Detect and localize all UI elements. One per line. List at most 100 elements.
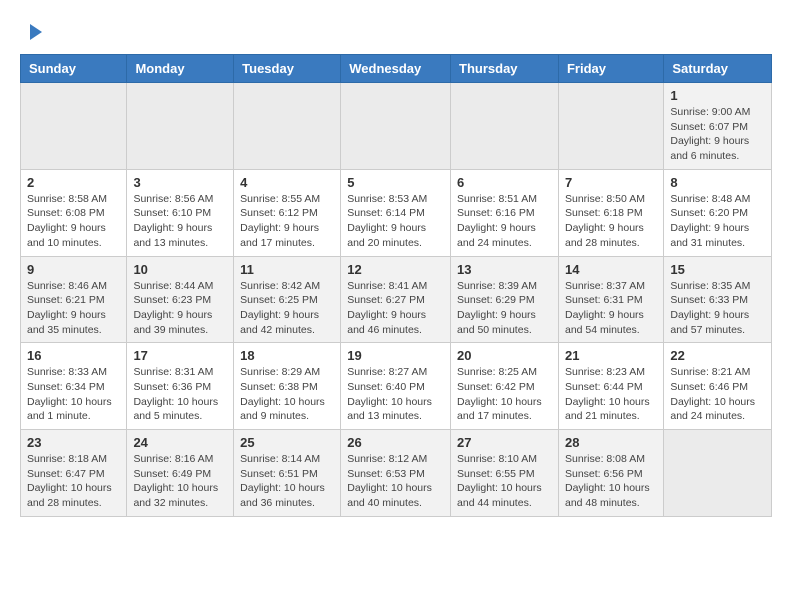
calendar-cell: 22 Sunrise: 8:21 AM Sunset: 6:46 PM Dayli… (664, 343, 772, 430)
day-info: Sunrise: 8:44 AM Sunset: 6:23 PM Dayligh… (133, 279, 227, 338)
day-info: Sunrise: 8:37 AM Sunset: 6:31 PM Dayligh… (565, 279, 657, 338)
day-number: 15 (670, 262, 765, 277)
calendar-table: SundayMondayTuesdayWednesdayThursdayFrid… (20, 54, 772, 517)
calendar-cell: 18 Sunrise: 8:29 AM Sunset: 6:38 PM Dayli… (234, 343, 341, 430)
day-info: Sunrise: 8:55 AM Sunset: 6:12 PM Dayligh… (240, 192, 334, 251)
calendar-cell: 23 Sunrise: 8:18 AM Sunset: 6:47 PM Dayli… (21, 430, 127, 517)
day-number: 8 (670, 175, 765, 190)
page-header (20, 20, 772, 44)
calendar-cell: 17 Sunrise: 8:31 AM Sunset: 6:36 PM Dayli… (127, 343, 234, 430)
day-number: 18 (240, 348, 334, 363)
day-info: Sunrise: 8:50 AM Sunset: 6:18 PM Dayligh… (565, 192, 657, 251)
calendar-cell: 26 Sunrise: 8:12 AM Sunset: 6:53 PM Dayli… (341, 430, 451, 517)
day-info: Sunrise: 8:29 AM Sunset: 6:38 PM Dayligh… (240, 365, 334, 424)
day-info: Sunrise: 8:18 AM Sunset: 6:47 PM Dayligh… (27, 452, 120, 511)
day-number: 16 (27, 348, 120, 363)
calendar-cell: 7 Sunrise: 8:50 AM Sunset: 6:18 PM Daylig… (558, 169, 663, 256)
calendar-cell: 28 Sunrise: 8:08 AM Sunset: 6:56 PM Dayli… (558, 430, 663, 517)
day-info: Sunrise: 8:14 AM Sunset: 6:51 PM Dayligh… (240, 452, 334, 511)
day-number: 3 (133, 175, 227, 190)
calendar-week-row: 16 Sunrise: 8:33 AM Sunset: 6:34 PM Dayli… (21, 343, 772, 430)
day-info: Sunrise: 8:42 AM Sunset: 6:25 PM Dayligh… (240, 279, 334, 338)
calendar-cell (558, 83, 663, 170)
day-info: Sunrise: 8:56 AM Sunset: 6:10 PM Dayligh… (133, 192, 227, 251)
day-number: 9 (27, 262, 120, 277)
calendar-cell: 11 Sunrise: 8:42 AM Sunset: 6:25 PM Dayli… (234, 256, 341, 343)
day-info: Sunrise: 8:35 AM Sunset: 6:33 PM Dayligh… (670, 279, 765, 338)
column-header-wednesday: Wednesday (341, 55, 451, 83)
day-info: Sunrise: 8:48 AM Sunset: 6:20 PM Dayligh… (670, 192, 765, 251)
day-info: Sunrise: 8:33 AM Sunset: 6:34 PM Dayligh… (27, 365, 120, 424)
day-info: Sunrise: 8:10 AM Sunset: 6:55 PM Dayligh… (457, 452, 552, 511)
calendar-cell: 20 Sunrise: 8:25 AM Sunset: 6:42 PM Dayli… (451, 343, 559, 430)
calendar-cell (127, 83, 234, 170)
day-info: Sunrise: 8:53 AM Sunset: 6:14 PM Dayligh… (347, 192, 444, 251)
calendar-cell: 13Sunrise: 8:39 AM Sunset: 6:29 PM Dayli… (451, 256, 559, 343)
calendar-cell (451, 83, 559, 170)
day-info: Sunrise: 8:41 AM Sunset: 6:27 PM Dayligh… (347, 279, 444, 338)
calendar-cell: 25 Sunrise: 8:14 AM Sunset: 6:51 PM Dayli… (234, 430, 341, 517)
day-number: 17 (133, 348, 227, 363)
calendar-cell: 2 Sunrise: 8:58 AM Sunset: 6:08 PM Daylig… (21, 169, 127, 256)
column-header-sunday: Sunday (21, 55, 127, 83)
day-number: 23 (27, 435, 120, 450)
day-number: 26 (347, 435, 444, 450)
day-info: Sunrise: 8:46 AM Sunset: 6:21 PM Dayligh… (27, 279, 120, 338)
day-info: Sunrise: 8:08 AM Sunset: 6:56 PM Dayligh… (565, 452, 657, 511)
calendar-cell: 10 Sunrise: 8:44 AM Sunset: 6:23 PM Dayli… (127, 256, 234, 343)
day-number: 22 (670, 348, 765, 363)
day-number: 10 (133, 262, 227, 277)
day-number: 2 (27, 175, 120, 190)
column-header-friday: Friday (558, 55, 663, 83)
calendar-cell: 6 Sunrise: 8:51 AM Sunset: 6:16 PM Daylig… (451, 169, 559, 256)
logo (20, 20, 46, 44)
day-info: Sunrise: 8:25 AM Sunset: 6:42 PM Dayligh… (457, 365, 552, 424)
calendar-cell: 16 Sunrise: 8:33 AM Sunset: 6:34 PM Dayli… (21, 343, 127, 430)
calendar-cell: 9 Sunrise: 8:46 AM Sunset: 6:21 PM Daylig… (21, 256, 127, 343)
day-number: 28 (565, 435, 657, 450)
column-header-monday: Monday (127, 55, 234, 83)
day-number: 1 (670, 88, 765, 103)
calendar-cell (341, 83, 451, 170)
calendar-cell (234, 83, 341, 170)
calendar-cell: 14 Sunrise: 8:37 AM Sunset: 6:31 PM Dayli… (558, 256, 663, 343)
day-info: Sunrise: 8:12 AM Sunset: 6:53 PM Dayligh… (347, 452, 444, 511)
day-number: 7 (565, 175, 657, 190)
calendar-week-row: 9 Sunrise: 8:46 AM Sunset: 6:21 PM Daylig… (21, 256, 772, 343)
day-info: Sunrise: 8:39 AM Sunset: 6:29 PM Dayligh… (457, 279, 552, 338)
calendar-header-row: SundayMondayTuesdayWednesdayThursdayFrid… (21, 55, 772, 83)
day-info: Sunrise: 8:31 AM Sunset: 6:36 PM Dayligh… (133, 365, 227, 424)
day-number: 20 (457, 348, 552, 363)
calendar-cell (21, 83, 127, 170)
day-info: Sunrise: 8:51 AM Sunset: 6:16 PM Dayligh… (457, 192, 552, 251)
day-number: 4 (240, 175, 334, 190)
day-info: Sunrise: 8:23 AM Sunset: 6:44 PM Dayligh… (565, 365, 657, 424)
day-number: 12 (347, 262, 444, 277)
calendar-cell: 5 Sunrise: 8:53 AM Sunset: 6:14 PM Daylig… (341, 169, 451, 256)
day-number: 11 (240, 262, 334, 277)
calendar-week-row: 1 Sunrise: 9:00 AM Sunset: 6:07 PM Daylig… (21, 83, 772, 170)
day-number: 25 (240, 435, 334, 450)
column-header-thursday: Thursday (451, 55, 559, 83)
calendar-cell: 8 Sunrise: 8:48 AM Sunset: 6:20 PM Daylig… (664, 169, 772, 256)
day-number: 6 (457, 175, 552, 190)
logo-icon (22, 20, 46, 44)
calendar-cell: 19Sunrise: 8:27 AM Sunset: 6:40 PM Dayli… (341, 343, 451, 430)
calendar-cell: 1 Sunrise: 9:00 AM Sunset: 6:07 PM Daylig… (664, 83, 772, 170)
day-number: 24 (133, 435, 227, 450)
calendar-week-row: 2 Sunrise: 8:58 AM Sunset: 6:08 PM Daylig… (21, 169, 772, 256)
day-info: Sunrise: 8:58 AM Sunset: 6:08 PM Dayligh… (27, 192, 120, 251)
day-number: 5 (347, 175, 444, 190)
day-info: Sunrise: 8:16 AM Sunset: 6:49 PM Dayligh… (133, 452, 227, 511)
calendar-cell: 4 Sunrise: 8:55 AM Sunset: 6:12 PM Daylig… (234, 169, 341, 256)
day-number: 14 (565, 262, 657, 277)
column-header-saturday: Saturday (664, 55, 772, 83)
day-number: 27 (457, 435, 552, 450)
calendar-week-row: 23 Sunrise: 8:18 AM Sunset: 6:47 PM Dayli… (21, 430, 772, 517)
calendar-cell: 24 Sunrise: 8:16 AM Sunset: 6:49 PM Dayli… (127, 430, 234, 517)
column-header-tuesday: Tuesday (234, 55, 341, 83)
calendar-cell: 21Sunrise: 8:23 AM Sunset: 6:44 PM Dayli… (558, 343, 663, 430)
day-info: Sunrise: 8:27 AM Sunset: 6:40 PM Dayligh… (347, 365, 444, 424)
day-info: Sunrise: 9:00 AM Sunset: 6:07 PM Dayligh… (670, 105, 765, 164)
day-info: Sunrise: 8:21 AM Sunset: 6:46 PM Dayligh… (670, 365, 765, 424)
